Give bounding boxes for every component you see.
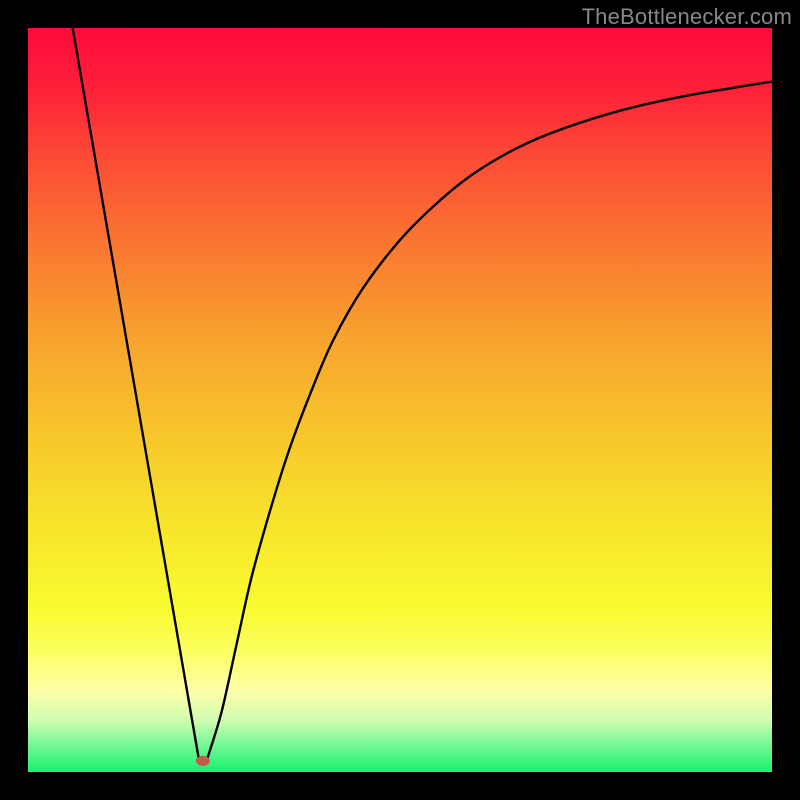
chart-frame xyxy=(28,28,772,772)
optimum-marker xyxy=(196,756,210,766)
chart-background xyxy=(28,28,772,772)
bottleneck-chart xyxy=(28,28,772,772)
watermark-label: TheBottlenecker.com xyxy=(582,4,792,30)
